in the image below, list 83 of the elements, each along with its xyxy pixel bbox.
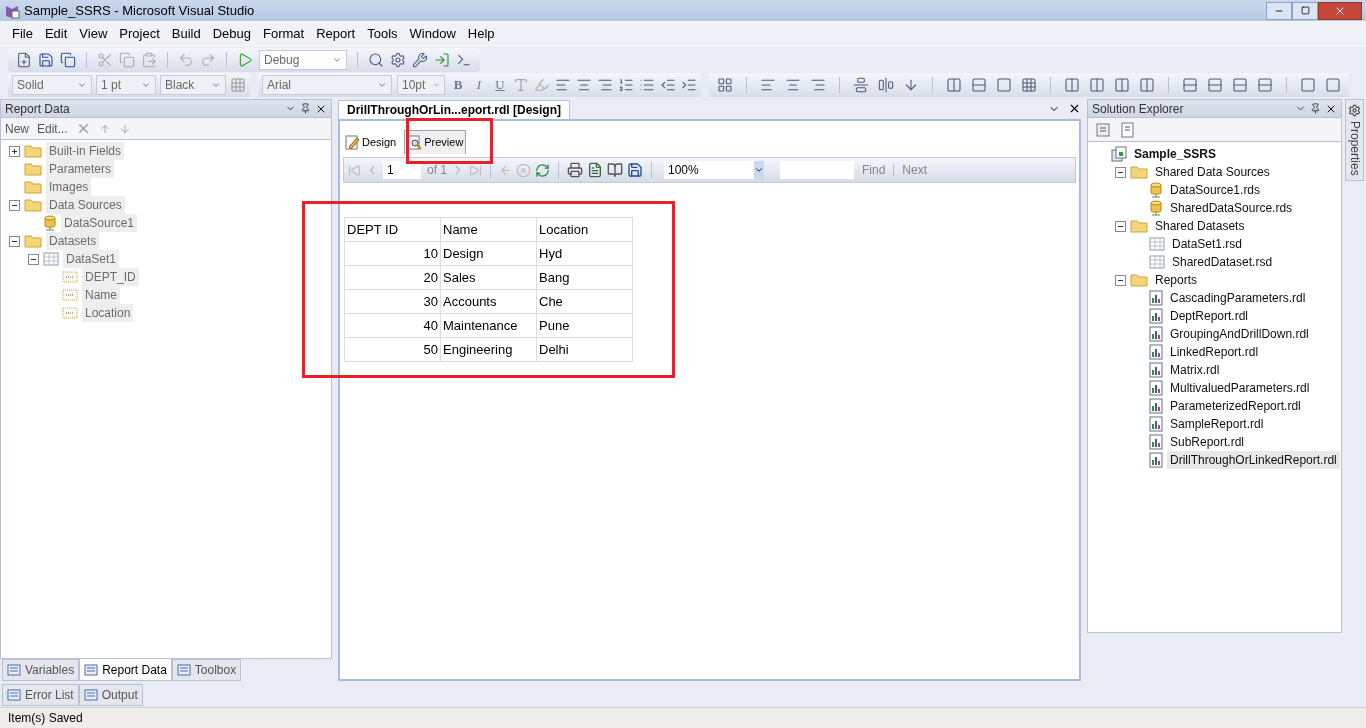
table-cell: 40 [344,313,441,338]
tree-item[interactable]: SampleReport.rdl [1167,415,1267,433]
menu-item[interactable]: Tools [361,24,404,44]
tree-item[interactable]: Parameters [46,160,115,178]
table-cell: Hyd [536,241,633,266]
style-button[interactable]: I [471,74,487,95]
tree-item[interactable]: MultivaluedParameters.rdl [1167,379,1313,397]
table-cell: Pune [536,313,633,338]
panel-tab[interactable]: Report Data [79,659,172,681]
tree-item[interactable]: DataSet1 [63,250,120,268]
tree-item[interactable]: Name [82,286,120,304]
menu-item[interactable]: Edit [38,24,74,44]
menu-item[interactable]: Build [165,24,207,44]
table-cell: 10 [344,241,441,266]
panel-title: Solution Explorer [1092,100,1185,118]
menu-item[interactable]: Report [310,24,362,44]
configuration-dropdown[interactable]: Debug [259,49,347,70]
font-dropdown[interactable]: Arial [262,74,392,95]
border-color-dropdown[interactable]: Black [160,74,226,95]
column-header: DEPT ID [344,217,441,242]
tree-item[interactable]: Matrix.rdl [1167,361,1223,379]
panel-tab[interactable]: Variables [2,659,80,681]
page-count: of 1 [427,162,447,179]
tree-item[interactable]: DeptReport.rdl [1167,307,1252,325]
panel-tab[interactable]: Output [78,684,143,706]
table-cell: 50 [344,337,441,362]
menu-item[interactable]: View [73,24,114,44]
zoom-dropdown[interactable]: 100% [664,161,764,179]
page-field[interactable]: 1 [383,161,421,179]
table-cell: Bang [536,265,633,290]
toolbar-button[interactable]: Edit... [37,119,68,138]
menu-item[interactable]: Format [257,24,311,44]
border-style-dropdown[interactable]: Solid [12,74,92,95]
menu-item[interactable]: Debug [206,24,257,44]
tree-item[interactable]: CascadingParameters.rdl [1167,289,1309,307]
font-size-dropdown[interactable]: 10pt [397,74,445,95]
tree-item[interactable]: SubReport.rdl [1167,433,1248,451]
menu-item[interactable]: Help [461,24,501,44]
tree-item[interactable]: DataSource1 [61,214,138,232]
table-cell: Che [536,289,633,314]
panel-title: Report Data [5,100,71,118]
tree-item[interactable]: SharedDataSource.rds [1167,199,1296,217]
document-tab[interactable]: DrillThroughOrLin...eport.rdl [Design] [338,100,570,119]
style-button[interactable]: B [450,74,466,95]
menu-item[interactable]: Project [113,24,166,44]
toolbar-button[interactable]: New [5,119,29,138]
panel-tab[interactable]: Toolbox [171,659,242,681]
tree-item[interactable]: ParameterizedReport.rdl [1167,397,1304,415]
tree-item[interactable]: DataSource1.rds [1167,181,1264,199]
column-header: Location [536,217,633,242]
menu-item[interactable]: Window [403,24,462,44]
tree-item[interactable]: Built-in Fields [46,142,125,160]
view-tab[interactable]: Preview [404,130,467,154]
window-title: Sample_SSRS - Microsoft Visual Studio [24,1,256,20]
tree-item[interactable]: DataSet1.rsd [1169,235,1246,253]
table-cell: 20 [344,265,441,290]
panel-tab[interactable]: Error List [2,684,79,706]
table-cell: Maintenance [440,313,537,338]
table-cell: Delhi [536,337,633,362]
tree-item[interactable]: Shared Data Sources [1152,163,1273,181]
tree-item[interactable]: DrillThroughOrLinkedReport.rdl [1167,451,1340,469]
tree-item[interactable]: Location [82,304,134,322]
table-cell: Design [440,241,537,266]
properties-tab[interactable]: Properties [1345,99,1364,181]
status-text: Item(s) Saved [8,710,83,727]
tree-item[interactable]: Data Sources [46,196,125,214]
tree-item[interactable]: GroupingAndDrillDown.rdl [1167,325,1312,343]
tree-item[interactable]: SharedDataset.rsd [1169,253,1276,271]
table-cell: 30 [344,289,441,314]
tree-item[interactable]: Datasets [46,232,100,250]
tree-item[interactable]: DEPT_ID [82,268,139,286]
border-width-dropdown[interactable]: 1 pt [96,74,156,95]
table-cell: Engineering [440,337,537,362]
table-cell: Accounts [440,289,537,314]
table-cell: Sales [440,265,537,290]
menu-item[interactable]: File [6,24,39,44]
tree-item[interactable]: LinkedReport.rdl [1167,343,1262,361]
tree-item[interactable]: Sample_SSRS [1131,145,1220,163]
tree-item[interactable]: Shared Datasets [1152,217,1248,235]
column-header: Name [440,217,537,242]
style-button[interactable]: U [492,74,508,95]
tree-item[interactable]: Images [46,178,92,196]
tree-item[interactable]: Reports [1152,271,1201,289]
